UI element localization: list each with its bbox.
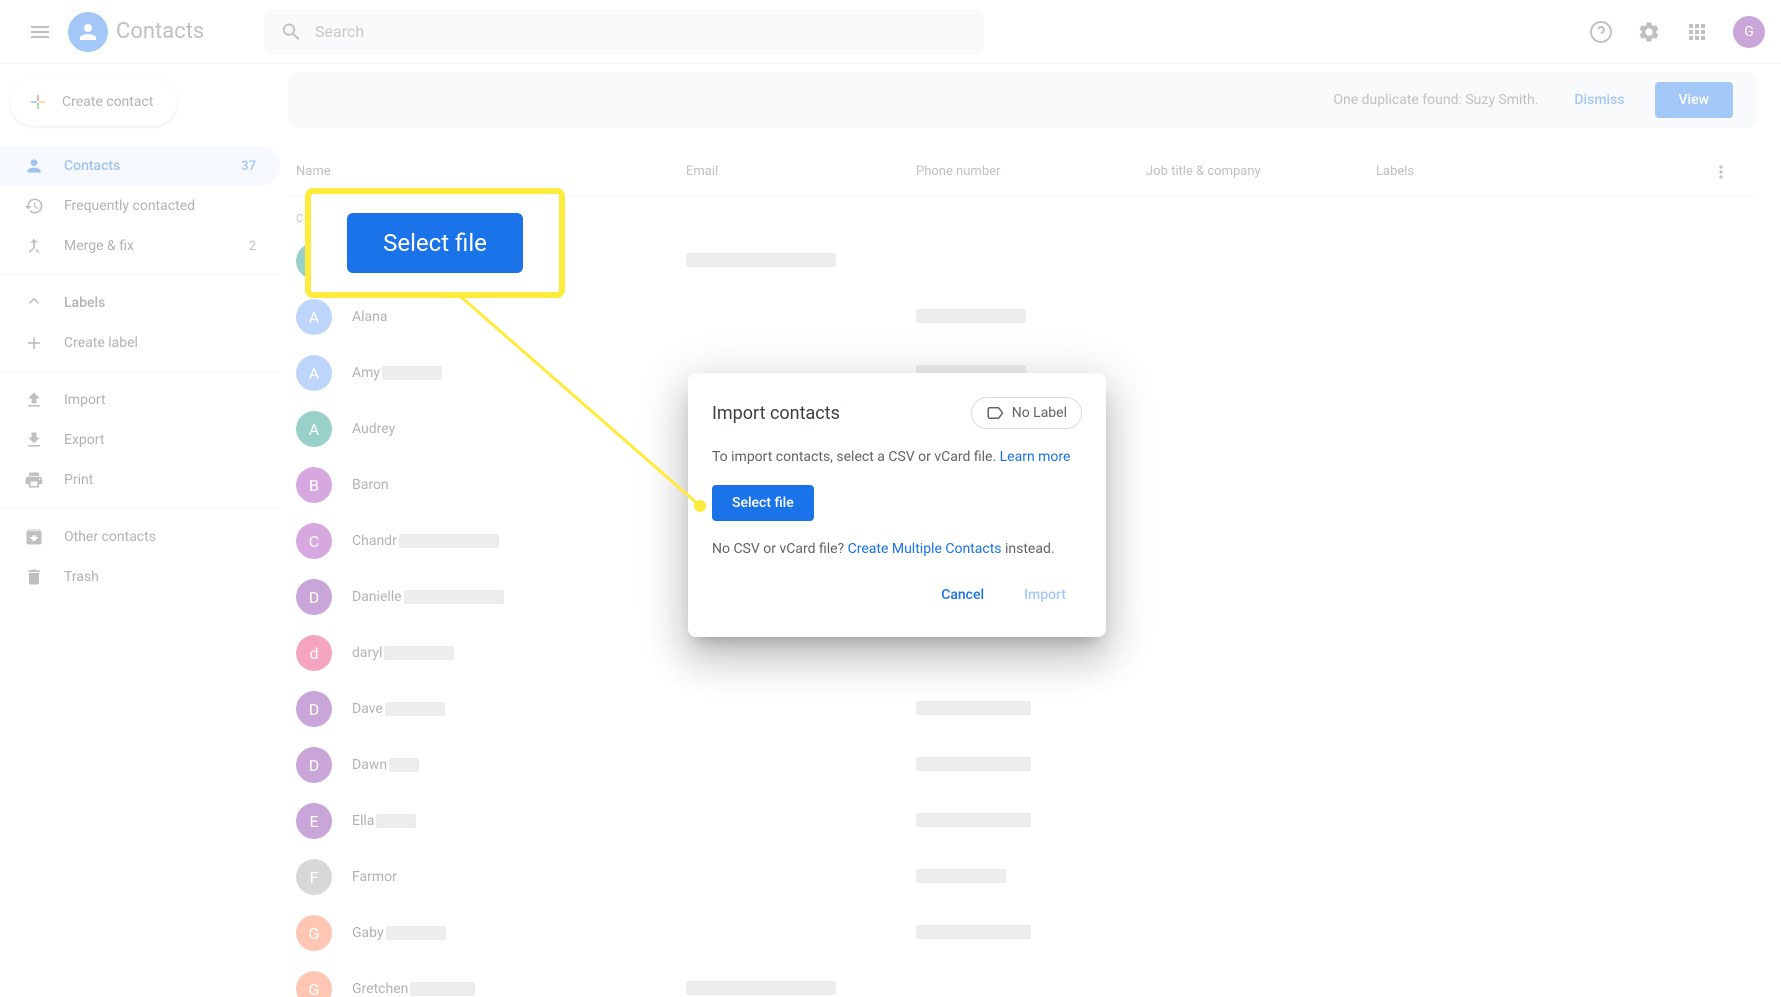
learn-more-link[interactable]: Learn more: [1000, 449, 1071, 465]
import-button[interactable]: Import: [1008, 577, 1082, 613]
import-contacts-dialog: Import contacts No Label To import conta…: [688, 373, 1106, 637]
callout-connector: [460, 296, 740, 546]
cancel-button[interactable]: Cancel: [925, 577, 1000, 613]
select-file-callout: Select file: [305, 188, 565, 298]
no-label-text: No Label: [1012, 405, 1067, 421]
dialog-instruction: To import contacts, select a CSV or vCar…: [712, 449, 1082, 465]
no-label-chip[interactable]: No Label: [971, 397, 1082, 429]
create-multiple-link[interactable]: Create Multiple Contacts: [848, 541, 1002, 557]
no-csv-text: No CSV or vCard file? Create Multiple Co…: [712, 541, 1082, 557]
label-icon: [986, 404, 1004, 422]
dialog-title: Import contacts: [712, 403, 971, 424]
callout-select-file-button: Select file: [347, 213, 523, 273]
